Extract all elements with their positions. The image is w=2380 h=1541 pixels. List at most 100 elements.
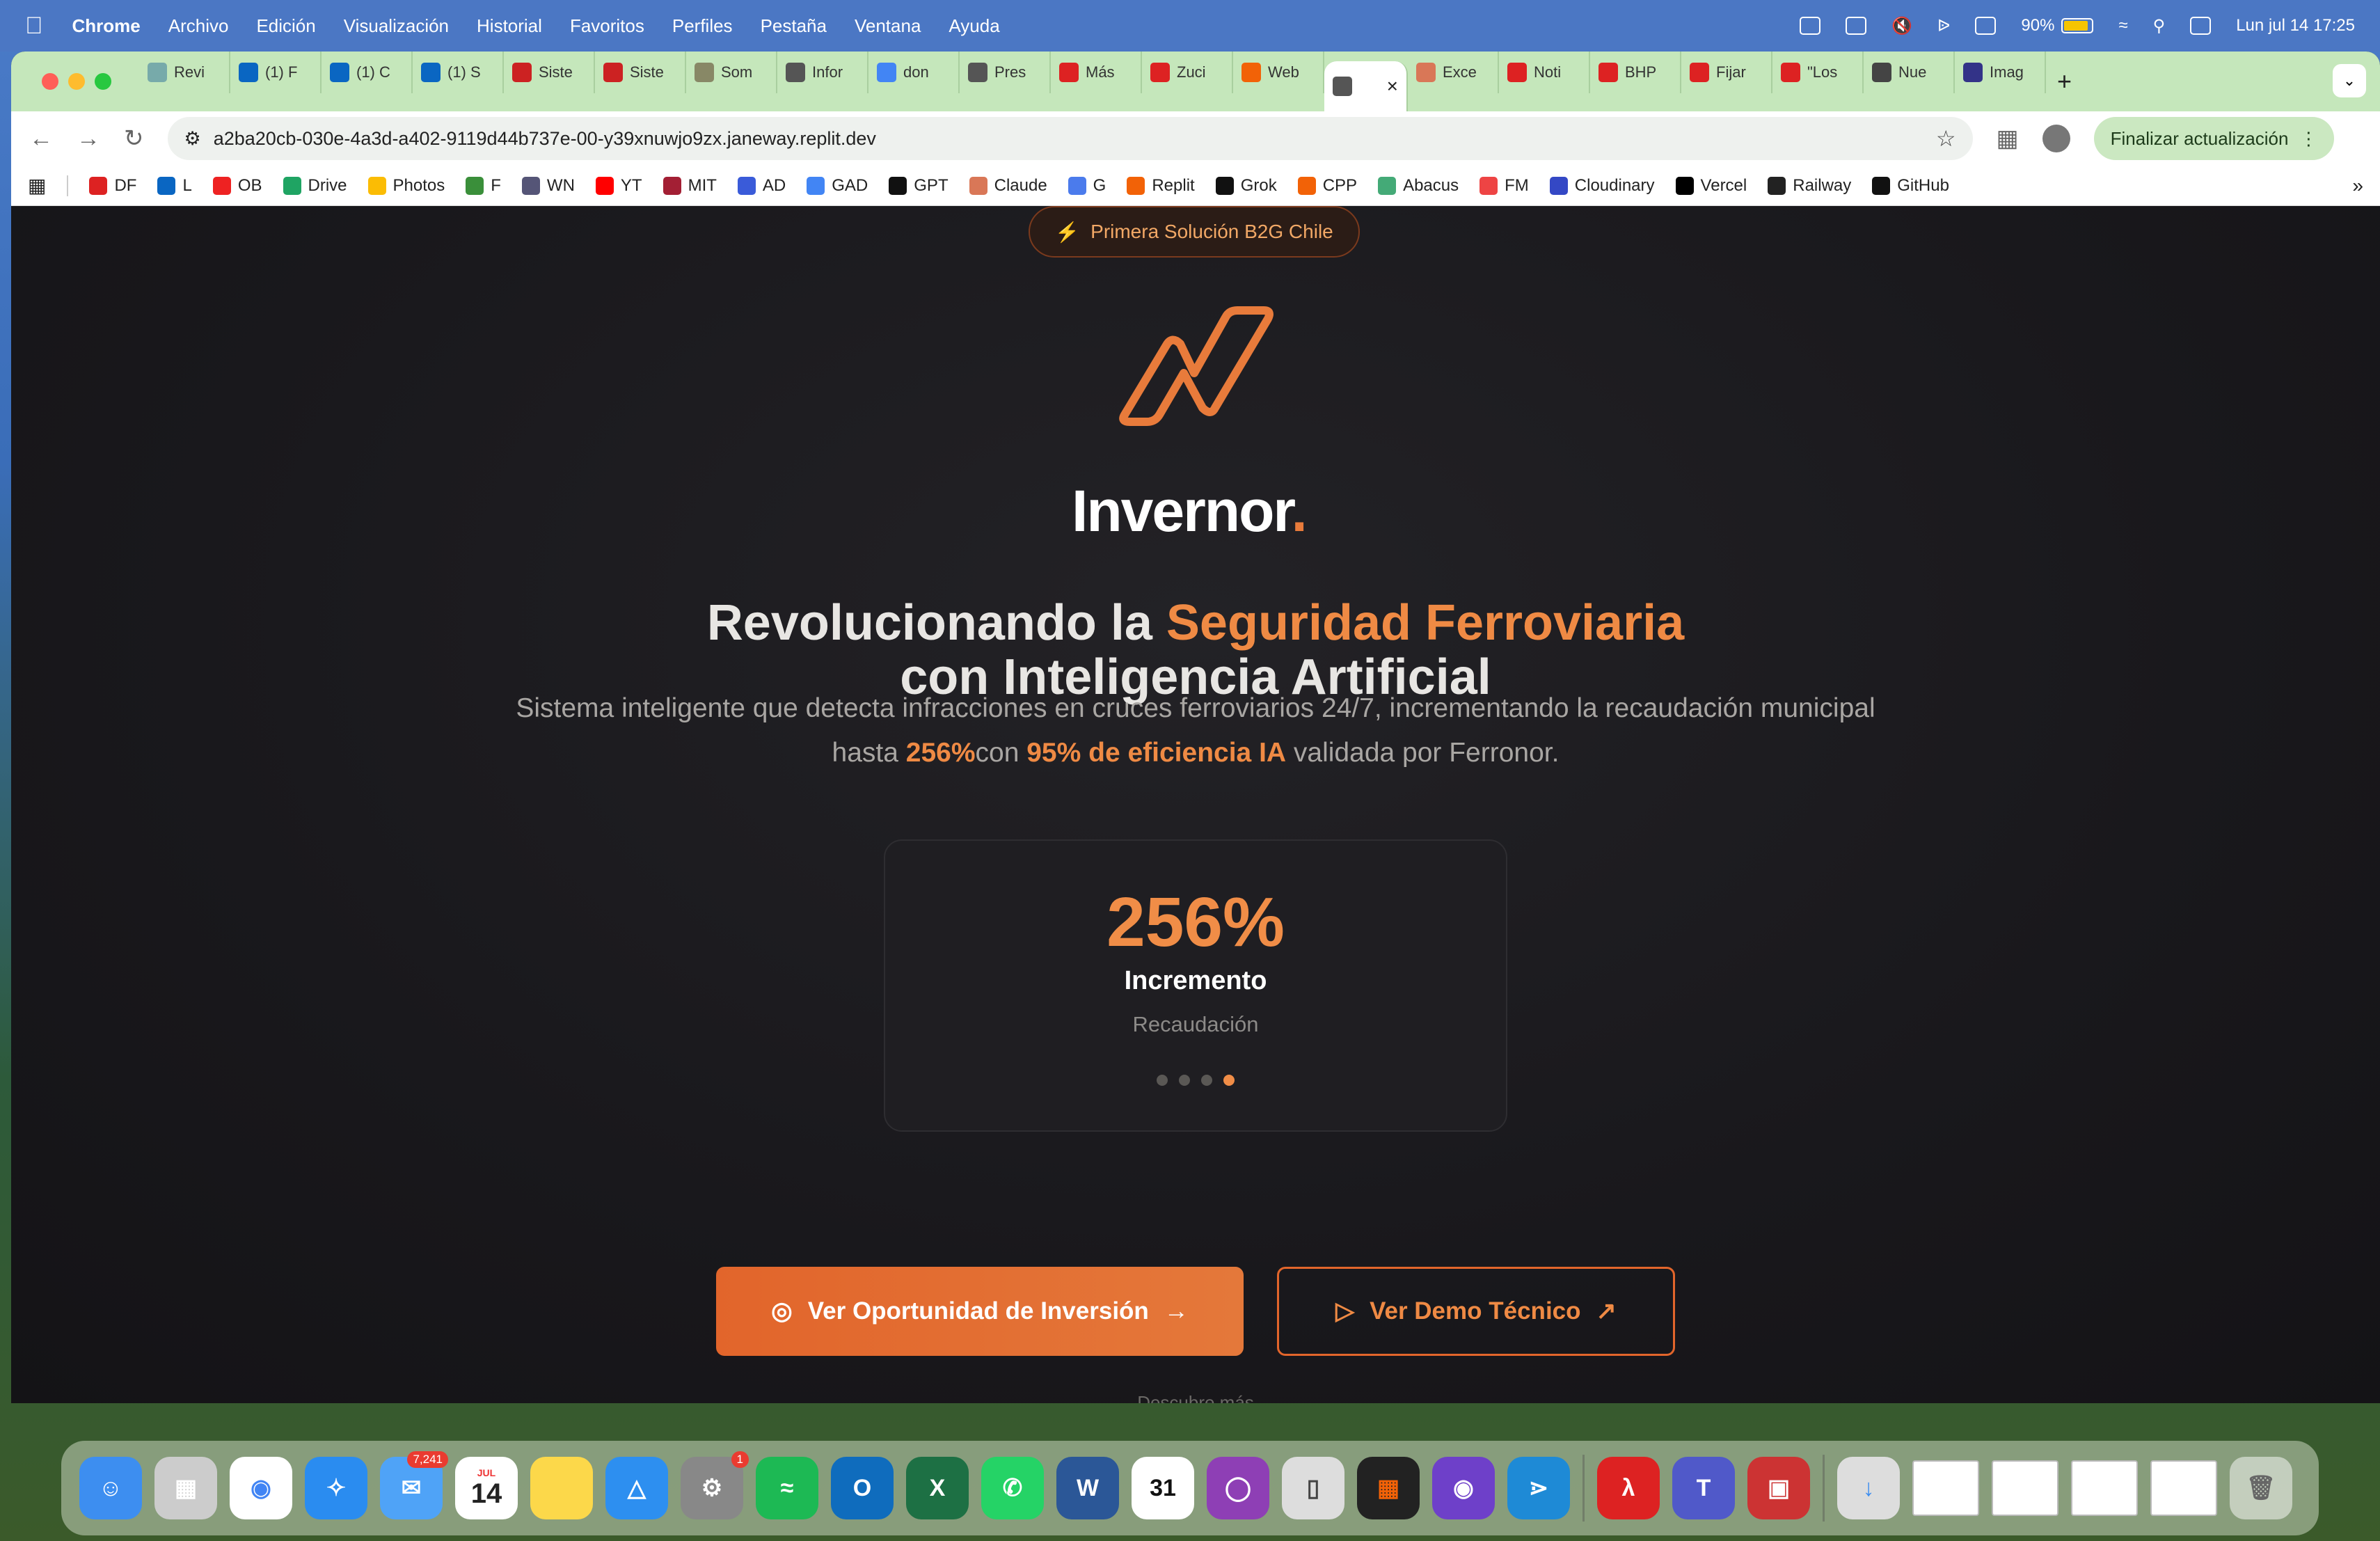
menubar-clock[interactable]: Lun jul 14 17:25 (2236, 16, 2355, 35)
excel-icon[interactable]: X (906, 1457, 969, 1519)
back-arrow-icon[interactable]: ← (29, 125, 53, 152)
profile-avatar[interactable] (2042, 125, 2070, 152)
browser-tab[interactable]: Siste (504, 52, 595, 93)
zoom-window-button[interactable] (95, 73, 111, 90)
bookmark-item[interactable]: FM (1479, 176, 1529, 196)
display-icon[interactable] (1975, 17, 1997, 35)
bookmark-item[interactable]: G (1068, 176, 1106, 196)
menu-perfiles[interactable]: Perfiles (672, 15, 733, 37)
keynote-icon[interactable]: △ (605, 1457, 668, 1519)
minimized-window-2[interactable] (1992, 1460, 2058, 1516)
browser-tab[interactable]: (1) S (413, 52, 504, 93)
vscode-icon[interactable]: ⋗ (1507, 1457, 1570, 1519)
menubar-app-name[interactable]: Chrome (72, 15, 141, 37)
browser-tab[interactable]: (1) F (230, 52, 322, 93)
address-bar[interactable]: ⚙ a2ba20cb-030e-4a3d-a402-9119d44b737e-0… (167, 117, 1973, 160)
menu-ventana[interactable]: Ventana (855, 15, 921, 37)
menu-ayuda[interactable]: Ayuda (949, 15, 999, 37)
close-window-button[interactable] (42, 73, 58, 90)
photo-booth-icon[interactable]: ▣ (1747, 1457, 1810, 1519)
browser-tab[interactable]: Nue (1864, 52, 1955, 93)
battery-status[interactable]: 90% (2021, 16, 2094, 35)
bookmark-item[interactable]: Replit (1127, 176, 1195, 196)
apps-grid-icon[interactable]: ▦ (28, 174, 46, 197)
browser-tab[interactable]: Noti (1499, 52, 1590, 93)
browser-tab[interactable]: (1) C (322, 52, 413, 93)
bookmark-item[interactable]: WN (521, 176, 575, 196)
bookmark-item[interactable]: OB (212, 176, 262, 196)
browser-tab[interactable]: Más (1051, 52, 1142, 93)
bookmark-item[interactable]: AD (737, 176, 786, 196)
forward-arrow-icon[interactable]: → (77, 125, 100, 152)
wifi-icon[interactable]: ≈ (2118, 16, 2127, 35)
new-tab-button[interactable]: + (2057, 67, 2072, 96)
trash-icon[interactable]: 🗑 (2230, 1457, 2292, 1519)
spotify-icon[interactable]: ≈ (756, 1457, 818, 1519)
menu-favoritos[interactable]: Favoritos (570, 15, 644, 37)
menu-historial[interactable]: Historial (477, 15, 542, 37)
mail-icon[interactable]: ✉ 7,241 (380, 1451, 448, 1519)
bookmark-item[interactable]: F (466, 176, 501, 196)
bookmark-item[interactable]: Railway (1768, 176, 1851, 196)
carousel-dot[interactable] (1179, 1075, 1190, 1086)
menu-archivo[interactable]: Archivo (168, 15, 229, 37)
outlook-icon[interactable]: O (831, 1457, 894, 1519)
iphone-mirroring-icon[interactable]: ▯ (1282, 1457, 1344, 1519)
tab-search-chevron-icon[interactable]: ⌄ (2333, 64, 2366, 97)
finder-icon[interactable]: ☺ (79, 1457, 142, 1519)
calendar-31-icon[interactable]: 31 (1132, 1457, 1194, 1519)
github-desktop-icon[interactable]: ◉ (1432, 1457, 1495, 1519)
finish-update-button[interactable]: Finalizar actualización ⋮ (2093, 117, 2335, 160)
chrome-icon[interactable]: ◉ (230, 1457, 292, 1519)
site-settings-icon[interactable]: ⚙ (184, 128, 201, 150)
calendar-icon[interactable]: JUL 14 (455, 1457, 518, 1519)
bookmark-item[interactable]: DF (89, 176, 136, 196)
safari-icon[interactable]: ✧ (305, 1457, 367, 1519)
menu-visualizacion[interactable]: Visualización (344, 15, 449, 37)
acrobat-icon[interactable]: λ (1597, 1457, 1660, 1519)
browser-tab[interactable]: BHP (1590, 52, 1681, 93)
bookmark-item[interactable]: GitHub (1872, 176, 1949, 196)
bookmark-item[interactable]: Drive (283, 176, 347, 196)
bookmark-star-icon[interactable]: ☆ (1936, 125, 1956, 152)
outlook-status-icon[interactable] (1800, 17, 1821, 35)
apple-menu-icon[interactable]:  (25, 13, 43, 40)
extensions-puzzle-icon[interactable]: ▦ (1997, 125, 2019, 152)
bookmark-item[interactable]: Claude (969, 176, 1047, 196)
menu-pestana[interactable]: Pestaña (761, 15, 827, 37)
browser-tab[interactable]: "Los (1772, 52, 1864, 93)
browser-tab[interactable]: Revi (139, 52, 230, 93)
downloads-folder-icon[interactable]: ↓ (1837, 1457, 1900, 1519)
technical-demo-button[interactable]: ▷ Ver Demo Técnico ↗ (1277, 1267, 1675, 1356)
minimize-window-button[interactable] (68, 73, 85, 90)
word-icon[interactable]: W (1056, 1457, 1119, 1519)
minimized-window-3[interactable] (2071, 1460, 2138, 1516)
drive-status-icon[interactable] (1846, 17, 1867, 35)
browser-tab[interactable]: Pres (960, 52, 1051, 93)
bookmark-item[interactable]: Abacus (1378, 176, 1459, 196)
more-bookmarks-chevron-icon[interactable]: » (2352, 175, 2363, 197)
bookmark-item[interactable]: Grok (1215, 176, 1277, 196)
reload-icon[interactable]: ↻ (124, 125, 144, 152)
minimized-window-4[interactable] (2150, 1460, 2217, 1516)
investment-opportunity-button[interactable]: ◎ Ver Oportunidad de Inversión → (716, 1267, 1244, 1356)
minimized-window-1[interactable] (1912, 1460, 1979, 1516)
bookmark-item[interactable]: MIT (663, 176, 717, 196)
browser-tab[interactable]: Zuci (1142, 52, 1233, 93)
volume-muted-icon[interactable]: 🔇 (1891, 16, 1912, 36)
carousel-dot[interactable] (1157, 1075, 1168, 1086)
browser-tab[interactable]: Infor (777, 52, 868, 93)
bookmark-item[interactable]: CPP (1297, 176, 1357, 196)
browser-tab[interactable]: × (1324, 61, 1408, 111)
carousel-dot[interactable] (1223, 1075, 1235, 1086)
menu-edicion[interactable]: Edición (256, 15, 315, 37)
browser-tab[interactable]: don (868, 52, 960, 93)
bookmark-item[interactable]: GPT (889, 176, 949, 196)
replit-icon[interactable]: ▦ (1357, 1457, 1420, 1519)
browser-tab[interactable]: Imag (1955, 52, 2046, 93)
teams-icon[interactable]: T (1672, 1457, 1735, 1519)
url-text[interactable]: a2ba20cb-030e-4a3d-a402-9119d44b737e-00-… (214, 128, 876, 150)
circle-app-icon[interactable]: ◯ (1207, 1457, 1269, 1519)
carousel-dot[interactable] (1201, 1075, 1212, 1086)
spotlight-search-icon[interactable]: ⚲ (2153, 16, 2166, 36)
